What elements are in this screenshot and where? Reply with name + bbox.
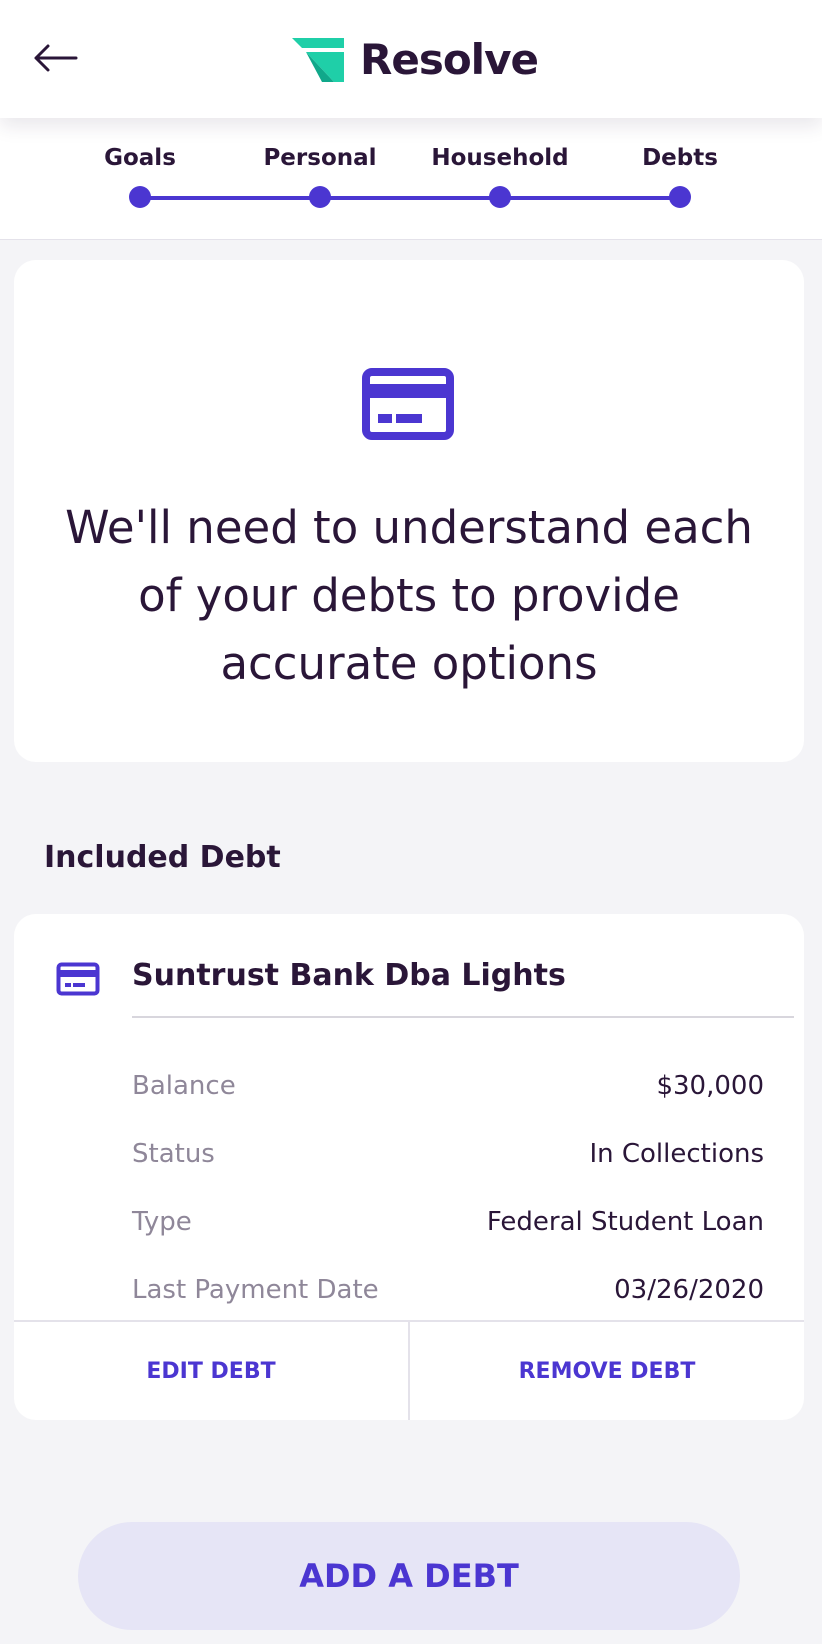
- detail-row-last-payment-date: Last Payment Date 03/26/2020: [132, 1270, 764, 1310]
- credit-card-icon: [56, 962, 100, 996]
- step-label: Debts: [642, 145, 718, 171]
- step-household[interactable]: Household: [410, 140, 590, 208]
- debt-creditor-name: Suntrust Bank Dba Lights: [132, 958, 566, 993]
- step-personal[interactable]: Personal: [230, 140, 410, 208]
- add-debt-button[interactable]: ADD A DEBT: [78, 1522, 740, 1630]
- debt-card: Suntrust Bank Dba Lights Balance $30,000…: [14, 914, 804, 1420]
- divider: [132, 1016, 794, 1018]
- detail-label: Balance: [132, 1071, 236, 1101]
- detail-value: In Collections: [589, 1139, 764, 1169]
- step-label: Goals: [104, 145, 176, 171]
- step-dot: [129, 186, 151, 208]
- intro-message: We'll need to understand each of your de…: [65, 501, 753, 690]
- detail-label: Type: [132, 1207, 192, 1237]
- debt-actions: EDIT DEBT REMOVE DEBT: [14, 1320, 804, 1420]
- step-dot: [489, 186, 511, 208]
- detail-value: 03/26/2020: [614, 1275, 764, 1305]
- step-goals[interactable]: Goals: [50, 140, 230, 208]
- detail-value: $30,000: [656, 1071, 764, 1101]
- detail-label: Last Payment Date: [132, 1275, 379, 1305]
- resolve-logo: Resolve: [292, 34, 539, 84]
- step-dot: [309, 186, 331, 208]
- brand-name: Resolve: [360, 34, 539, 84]
- detail-value: Federal Student Loan: [486, 1207, 764, 1237]
- detail-row-status: Status In Collections: [132, 1134, 764, 1174]
- step-label: Household: [431, 145, 569, 171]
- credit-card-icon: [362, 368, 454, 440]
- stepper-track: [140, 196, 680, 200]
- app-header: Resolve: [0, 0, 822, 118]
- resolve-logo-mark-icon: [292, 38, 344, 82]
- step-dot: [669, 186, 691, 208]
- detail-label: Status: [132, 1139, 215, 1169]
- arrow-left-icon: [34, 44, 78, 72]
- remove-debt-button[interactable]: REMOVE DEBT: [408, 1322, 804, 1420]
- back-button[interactable]: [28, 36, 82, 80]
- detail-row-type: Type Federal Student Loan: [132, 1202, 764, 1242]
- step-label: Personal: [263, 145, 377, 171]
- step-debts[interactable]: Debts: [590, 140, 770, 208]
- edit-debt-button[interactable]: EDIT DEBT: [14, 1322, 408, 1420]
- detail-row-balance: Balance $30,000: [132, 1066, 764, 1106]
- intro-card: We'll need to understand each of your de…: [14, 260, 804, 762]
- included-debt-title: Included Debt: [44, 840, 281, 875]
- progress-stepper: [0, 118, 822, 240]
